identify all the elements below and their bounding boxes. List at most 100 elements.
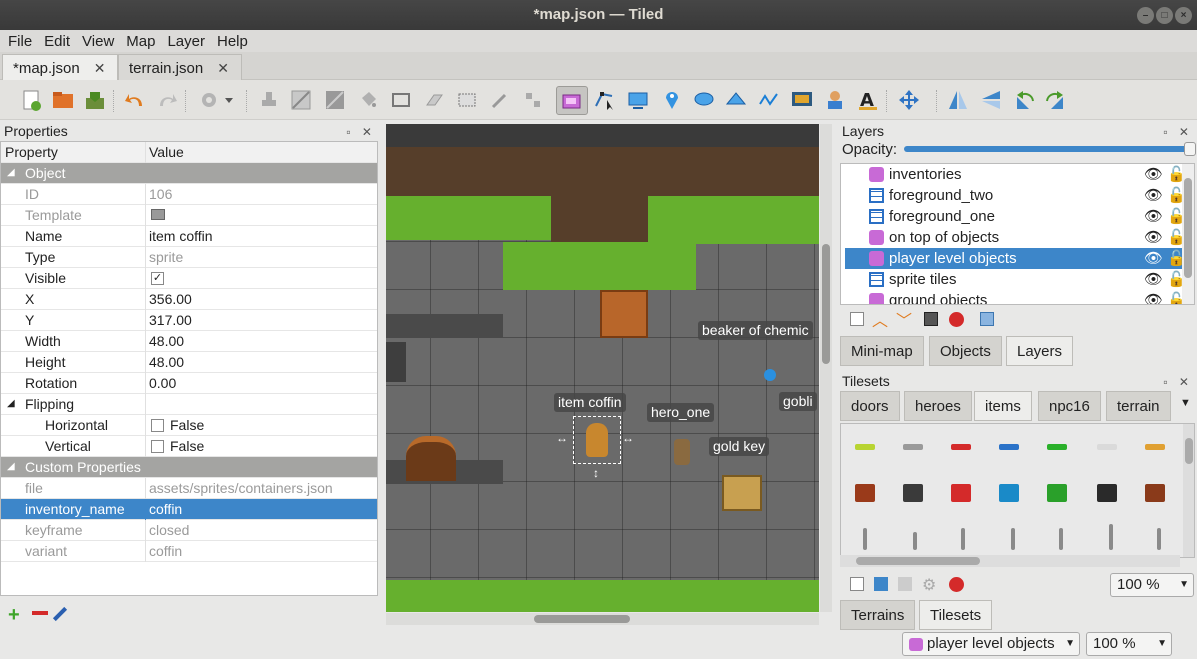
insert-polygon-icon[interactable] bbox=[725, 89, 747, 111]
sword-tile[interactable] bbox=[913, 532, 917, 550]
insert-template-icon[interactable] bbox=[824, 89, 846, 111]
move-icon[interactable] bbox=[898, 89, 920, 111]
property-value[interactable]: sprite bbox=[149, 247, 377, 268]
map-horizontal-scrollbar[interactable] bbox=[386, 613, 819, 625]
current-layer-select[interactable]: player level objects ▼ bbox=[902, 632, 1080, 656]
label-beaker[interactable]: beaker of chemic bbox=[698, 321, 813, 340]
property-row-flipping[interactable]: ◢ Flipping bbox=[1, 394, 377, 415]
property-row-inventory-name[interactable]: inventory_name coffin bbox=[1, 499, 377, 520]
select-same-tile-icon[interactable] bbox=[522, 89, 544, 111]
property-value[interactable]: item coffin bbox=[149, 226, 377, 247]
insert-point-icon[interactable] bbox=[661, 89, 683, 111]
menu-map[interactable]: Map bbox=[126, 33, 163, 50]
key-tile[interactable] bbox=[903, 444, 923, 450]
layer-item-player-level-objects[interactable]: player level objects 👁 🔓 bbox=[845, 248, 1186, 269]
magic-wand-icon[interactable] bbox=[489, 89, 511, 111]
close-icon[interactable]: × bbox=[1175, 7, 1192, 24]
scrollbar-thumb[interactable] bbox=[1185, 438, 1193, 464]
tileset-properties-gear-icon[interactable]: ⚙ bbox=[922, 575, 936, 595]
map-view[interactable]: ↕ ↕ ↔ ↔ item coffin beaker of chemic her… bbox=[384, 121, 834, 630]
rename-property-icon[interactable] bbox=[52, 606, 68, 622]
chevron-down-icon[interactable]: ▼ bbox=[1180, 397, 1191, 409]
lower-layer-icon[interactable]: ﹀ bbox=[896, 307, 912, 331]
property-row-horizontal[interactable]: Horizontal False bbox=[1, 415, 377, 436]
group-custom-properties[interactable]: ◢ Custom Properties bbox=[1, 457, 377, 478]
property-row-x[interactable]: X 356.00 bbox=[1, 289, 377, 310]
layer-item-sprite-tiles[interactable]: sprite tiles 👁 🔓 bbox=[845, 269, 1186, 290]
map-zoom-select[interactable]: 100 % ▼ bbox=[1086, 632, 1172, 656]
book-tile[interactable] bbox=[855, 484, 875, 502]
insert-ellipse-icon[interactable] bbox=[693, 89, 715, 111]
eye-icon[interactable]: 👁 bbox=[1144, 164, 1163, 185]
flip-vertical-icon[interactable] bbox=[980, 89, 1002, 111]
property-value[interactable]: coffin bbox=[149, 541, 377, 562]
rotate-right-icon[interactable] bbox=[1045, 89, 1067, 111]
close-tab-icon[interactable]: ✕ bbox=[94, 60, 106, 76]
close-tab-icon[interactable]: ✕ bbox=[217, 60, 229, 76]
layer-item-foreground-two[interactable]: foreground_two 👁 🔓 bbox=[845, 185, 1186, 206]
tab-minimap[interactable]: Mini-map bbox=[840, 336, 924, 366]
book-tile[interactable] bbox=[1145, 484, 1165, 502]
bucket-fill-icon[interactable] bbox=[357, 89, 379, 111]
delete-layer-icon[interactable] bbox=[949, 312, 964, 327]
layer-visibility-toggle-icon[interactable] bbox=[980, 312, 994, 326]
eraser-icon[interactable] bbox=[423, 89, 445, 111]
opacity-slider[interactable] bbox=[904, 146, 1190, 152]
resize-handle-icon[interactable]: ↕ bbox=[593, 466, 599, 480]
menu-edit[interactable]: Edit bbox=[44, 33, 78, 50]
key-tile[interactable] bbox=[1097, 444, 1117, 450]
key-tile[interactable] bbox=[1145, 444, 1165, 450]
label-hero-one[interactable]: hero_one bbox=[647, 403, 715, 422]
dock-controls-icon[interactable]: ▫ ✕ bbox=[1163, 122, 1193, 142]
new-file-icon[interactable] bbox=[20, 89, 42, 111]
resize-handle-icon[interactable]: ↔ bbox=[622, 431, 634, 445]
tileset-tab-doors[interactable]: doors bbox=[840, 391, 900, 421]
key-tile[interactable] bbox=[855, 444, 875, 450]
remove-property-icon[interactable] bbox=[32, 611, 48, 615]
property-value[interactable]: closed bbox=[149, 520, 377, 541]
remove-tileset-icon[interactable] bbox=[949, 577, 964, 592]
menu-layer[interactable]: Layer bbox=[167, 33, 213, 50]
property-value[interactable]: 48.00 bbox=[149, 352, 377, 373]
tileset-zoom-select[interactable]: 100 % ▼ bbox=[1110, 573, 1194, 597]
eye-icon[interactable]: 👁 bbox=[1144, 185, 1163, 206]
minimize-icon[interactable]: – bbox=[1137, 7, 1154, 24]
property-value[interactable]: coffin bbox=[149, 499, 377, 520]
scrollbar-thumb[interactable] bbox=[534, 615, 630, 623]
vertical-checkbox[interactable] bbox=[151, 439, 164, 453]
tab-layers[interactable]: Layers bbox=[1006, 336, 1074, 366]
tileset-tab-terrain[interactable]: terrain bbox=[1106, 391, 1171, 421]
book-tile[interactable] bbox=[903, 484, 923, 502]
rect-select-icon[interactable] bbox=[456, 89, 478, 111]
flip-horizontal-icon[interactable] bbox=[947, 89, 969, 111]
eye-icon[interactable]: 👁 bbox=[1144, 227, 1163, 248]
opacity-slider-handle[interactable] bbox=[1184, 142, 1196, 156]
new-layer-icon[interactable] bbox=[850, 312, 864, 326]
rotate-left-icon[interactable] bbox=[1013, 89, 1035, 111]
maximize-icon[interactable]: □ bbox=[1156, 7, 1173, 24]
property-row-y[interactable]: Y 317.00 bbox=[1, 310, 377, 331]
layer-list-scrollbar[interactable] bbox=[1182, 164, 1194, 304]
book-tile[interactable] bbox=[999, 484, 1019, 502]
add-property-icon[interactable]: + bbox=[8, 604, 20, 627]
column-header-value[interactable]: Value bbox=[149, 142, 377, 163]
key-tile[interactable] bbox=[1047, 444, 1067, 450]
column-header-property[interactable]: Property bbox=[1, 142, 146, 163]
tab-terrains[interactable]: Terrains bbox=[840, 600, 916, 630]
property-row-template[interactable]: Template bbox=[1, 205, 377, 226]
scrollbar-thumb[interactable] bbox=[856, 557, 980, 565]
label-item-coffin[interactable]: item coffin bbox=[554, 393, 626, 412]
layer-item-ground-objects[interactable]: ground objects 👁 🔓 bbox=[845, 290, 1186, 304]
tab-terrain-json[interactable]: terrain.json ✕ bbox=[118, 54, 242, 80]
selected-object-bounds[interactable] bbox=[573, 416, 621, 464]
property-row-type[interactable]: Type sprite bbox=[1, 247, 377, 268]
property-row-id[interactable]: ID 106 bbox=[1, 184, 377, 205]
key-tile[interactable] bbox=[999, 444, 1019, 450]
tileset-tab-npc16[interactable]: npc16 bbox=[1038, 391, 1101, 421]
eye-icon[interactable]: 👁 bbox=[1144, 248, 1163, 269]
layer-item-foreground-one[interactable]: foreground_one 👁 🔓 bbox=[845, 206, 1186, 227]
property-value[interactable]: False bbox=[149, 415, 377, 436]
sword-tile[interactable] bbox=[1157, 528, 1161, 550]
open-file-icon[interactable] bbox=[52, 89, 74, 111]
undo-icon[interactable] bbox=[124, 89, 146, 111]
